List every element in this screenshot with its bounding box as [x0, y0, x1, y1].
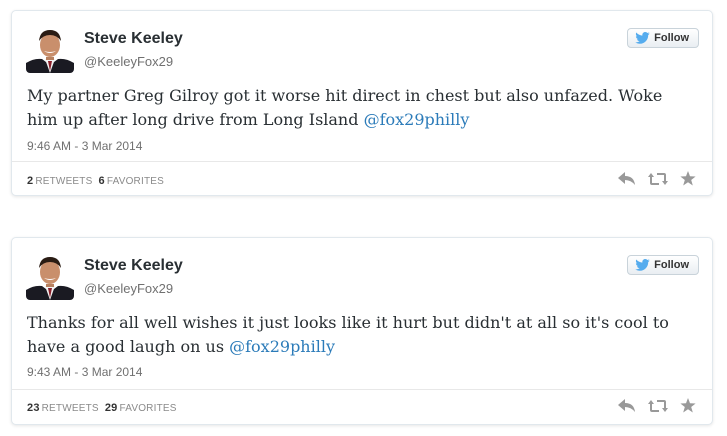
author-name[interactable]: Steve Keeley: [84, 257, 183, 275]
retweets-count[interactable]: 23: [27, 402, 40, 414]
author-handle[interactable]: @KeeleyFox29: [84, 54, 173, 69]
divider: [12, 161, 712, 162]
divider: [12, 389, 712, 390]
tweet-card: Steve Keeley @KeeleyFox29 Follow My part…: [11, 10, 713, 196]
favorites-label[interactable]: FAVORITES: [107, 176, 164, 187]
author-handle[interactable]: @KeeleyFox29: [84, 281, 173, 296]
favorite-icon[interactable]: [680, 398, 696, 413]
tweet-text: My partner Greg Gilroy got it worse hit …: [27, 84, 694, 132]
follow-button-label: Follow: [654, 259, 689, 271]
twitter-bird-icon: [635, 32, 650, 44]
favorite-icon[interactable]: [680, 171, 696, 186]
tweet-text-body: Thanks for all well wishes it just looks…: [27, 313, 669, 356]
follow-button-label: Follow: [654, 32, 689, 44]
mention-link[interactable]: @fox29philly: [229, 337, 335, 356]
tweet-timestamp[interactable]: 9:46 AM - 3 Mar 2014: [27, 139, 142, 153]
tweet-text-body: My partner Greg Gilroy got it worse hit …: [27, 86, 663, 129]
tweet-stats: 2 RETWEETS 6 FAVORITES: [27, 175, 164, 187]
avatar[interactable]: [26, 252, 74, 300]
retweets-label[interactable]: RETWEETS: [42, 403, 99, 414]
favorites-count[interactable]: 29: [105, 402, 118, 414]
tweet-actions: [618, 398, 696, 413]
retweets-count[interactable]: 2: [27, 175, 33, 187]
follow-button[interactable]: Follow: [627, 255, 699, 275]
retweets-label[interactable]: RETWEETS: [35, 176, 92, 187]
tweet-card: Steve Keeley @KeeleyFox29 Follow Thanks …: [11, 237, 713, 425]
reply-icon[interactable]: [618, 398, 636, 413]
mention-link[interactable]: @fox29philly: [364, 110, 470, 129]
tweet-text: Thanks for all well wishes it just looks…: [27, 311, 694, 359]
tweet-stats: 23 RETWEETS 29 FAVORITES: [27, 402, 177, 414]
reply-icon[interactable]: [618, 171, 636, 186]
avatar[interactable]: [26, 25, 74, 73]
twitter-bird-icon: [635, 259, 650, 271]
author-name[interactable]: Steve Keeley: [84, 30, 183, 48]
favorites-label[interactable]: FAVORITES: [119, 403, 176, 414]
retweet-icon[interactable]: [648, 172, 668, 186]
tweet-actions: [618, 171, 696, 186]
follow-button[interactable]: Follow: [627, 28, 699, 48]
tweet-timestamp[interactable]: 9:43 AM - 3 Mar 2014: [27, 365, 142, 379]
retweet-icon[interactable]: [648, 399, 668, 413]
favorites-count[interactable]: 6: [99, 175, 105, 187]
